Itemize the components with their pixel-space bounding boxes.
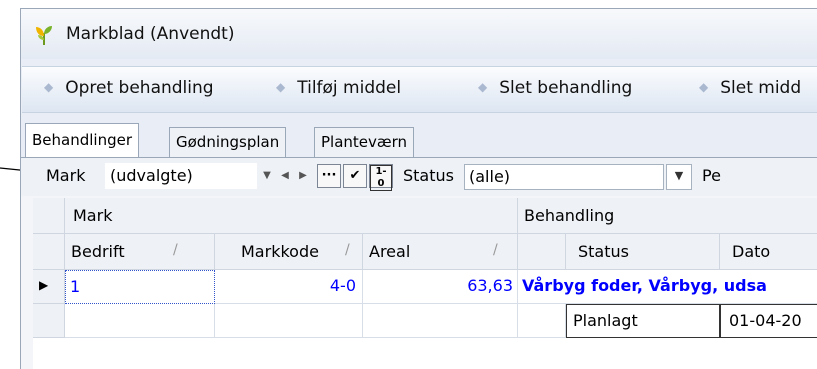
chevron-down-icon: ▼ bbox=[674, 169, 684, 182]
toolbar: ◆ Opret behandling ◆ Tilføj middel ◆ Slet b… bbox=[22, 66, 817, 113]
tab-plantevaern[interactable]: Planteværn bbox=[314, 127, 415, 157]
tab-behandlinger[interactable]: Behandlinger bbox=[25, 123, 140, 159]
mark-filter-value: (udvalgte) bbox=[110, 166, 193, 185]
plant-leaf-icon bbox=[36, 26, 52, 45]
bullet-icon: ◆ bbox=[478, 80, 488, 94]
status-filter-value: (alle) bbox=[469, 167, 511, 186]
status-filter-combo[interactable]: (alle) bbox=[464, 164, 664, 190]
mark-filter-label: Mark bbox=[46, 166, 86, 185]
delete-agent-label: Slet midd bbox=[720, 78, 802, 98]
one-zero-button[interactable]: 1-0 bbox=[369, 164, 393, 191]
row-indicator[interactable] bbox=[33, 304, 65, 338]
bullet-icon: ◆ bbox=[699, 80, 709, 94]
sort-icon: / bbox=[173, 242, 178, 258]
tab-strip: Behandlinger Gødningsplan Planteværn bbox=[21, 119, 817, 159]
cell-bedrift[interactable]: 1 bbox=[65, 270, 215, 304]
cell-bedrift-value: 1 bbox=[70, 277, 81, 296]
window-title: Markblad (Anvendt) bbox=[66, 24, 235, 44]
column-header-bedrift[interactable]: Bedrift / bbox=[65, 234, 215, 270]
row-indicator-header bbox=[33, 234, 65, 270]
cell-empty[interactable] bbox=[65, 304, 215, 338]
previous-icon[interactable]: ◀ bbox=[277, 165, 293, 187]
group-header-mark-label: Mark bbox=[73, 206, 113, 225]
treatments-grid: Mark Behandling Bedrift / Markkode / Are… bbox=[33, 198, 817, 369]
cell-areal-value: 63,63 bbox=[467, 276, 513, 295]
bullet-icon: ◆ bbox=[276, 80, 286, 94]
tab-content: Mark (udvalgte) ▼ ◀ ▶ ··· ✔ 1-0 Status (… bbox=[21, 157, 817, 369]
add-agent-button[interactable]: ◆ Tilføj middel bbox=[276, 78, 401, 98]
cell-empty[interactable] bbox=[215, 304, 363, 338]
one-zero-label: 1-0 bbox=[370, 165, 392, 191]
chevron-down-icon[interactable]: ▼ bbox=[259, 165, 275, 187]
add-agent-label: Tilføj middel bbox=[297, 78, 402, 98]
column-header-areal-label: Areal bbox=[369, 242, 411, 261]
group-header-behandling-label: Behandling bbox=[524, 206, 615, 225]
column-header-dato-label: Dato bbox=[732, 242, 771, 261]
row-indicator-header bbox=[33, 198, 65, 234]
column-header-markkode[interactable]: Markkode / bbox=[215, 234, 363, 270]
next-filter-label: Pe bbox=[702, 166, 721, 185]
cell-status[interactable]: Planlagt bbox=[566, 304, 720, 338]
cell-behandling-value: Vårbyg foder, Vårbyg, udsa bbox=[522, 276, 767, 295]
create-treatment-label: Opret behandling bbox=[65, 78, 214, 98]
delete-treatment-button[interactable]: ◆ Slet behandling bbox=[478, 78, 632, 98]
column-header-markkode-label: Markkode bbox=[241, 242, 319, 261]
cell-areal[interactable]: 63,63 bbox=[363, 270, 518, 304]
tab-goedningsplan[interactable]: Gødningsplan bbox=[169, 127, 287, 157]
main-window: Markblad (Anvendt) ◆ Opret behandling ◆ Ti… bbox=[20, 8, 817, 369]
row-indicator[interactable]: ▶ bbox=[33, 270, 65, 304]
column-header-status-label: Status bbox=[578, 242, 629, 261]
sort-icon: / bbox=[345, 242, 350, 258]
create-treatment-button[interactable]: ◆ Opret behandling bbox=[44, 78, 214, 98]
title-bar: Markblad (Anvendt) bbox=[21, 9, 817, 59]
bullet-icon: ◆ bbox=[44, 80, 54, 94]
column-header-blank bbox=[518, 234, 566, 270]
cell-markkode-value: 4-0 bbox=[329, 276, 356, 295]
check-button[interactable]: ✔ bbox=[343, 164, 367, 188]
mark-filter-combo[interactable]: (udvalgte) bbox=[105, 163, 257, 189]
cell-dato[interactable]: 01-04-20 bbox=[720, 304, 817, 338]
column-header-status[interactable]: Status bbox=[566, 234, 720, 270]
next-icon[interactable]: ▶ bbox=[295, 165, 311, 187]
cell-empty bbox=[518, 304, 566, 338]
delete-treatment-label: Slet behandling bbox=[499, 78, 633, 98]
cell-dato-value: 01-04-20 bbox=[729, 311, 802, 330]
column-header-bedrift-label: Bedrift bbox=[71, 242, 125, 261]
cell-markkode[interactable]: 4-0 bbox=[215, 270, 363, 304]
status-filter-label: Status bbox=[403, 166, 454, 185]
column-header-dato[interactable]: Dato bbox=[720, 234, 817, 270]
cell-status-value: Planlagt bbox=[573, 311, 638, 330]
sort-icon: / bbox=[493, 242, 498, 258]
filter-bar: Mark (udvalgte) ▼ ◀ ▶ ··· ✔ 1-0 Status (… bbox=[21, 158, 817, 196]
cell-behandling[interactable]: Vårbyg foder, Vårbyg, udsa bbox=[518, 270, 817, 304]
current-row-icon: ▶ bbox=[39, 278, 49, 292]
cell-empty[interactable] bbox=[363, 304, 518, 338]
ellipsis-button[interactable]: ··· bbox=[317, 164, 341, 188]
group-header-mark[interactable]: Mark bbox=[65, 198, 518, 234]
column-header-areal[interactable]: Areal / bbox=[363, 234, 518, 270]
delete-agent-button[interactable]: ◆ Slet midd bbox=[699, 78, 801, 98]
group-header-behandling[interactable]: Behandling bbox=[518, 198, 817, 234]
status-dropdown-button[interactable]: ▼ bbox=[666, 164, 692, 190]
